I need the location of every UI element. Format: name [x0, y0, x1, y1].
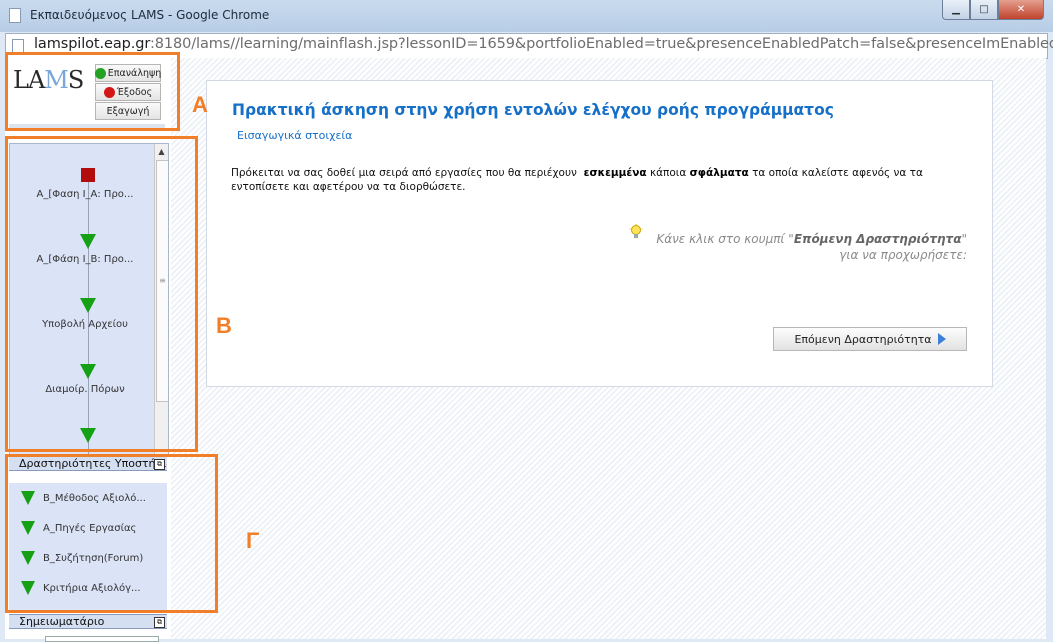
maximize-button[interactable]: □: [970, 0, 998, 20]
minimize-button[interactable]: ▁: [942, 0, 970, 20]
annotation-label-c: Γ: [246, 528, 260, 553]
window-controls: ▁ □ ✕: [942, 0, 1044, 20]
next-activity-button[interactable]: Επόμενη Δραστηριότητα: [773, 327, 967, 351]
lightbulb-icon: [629, 224, 643, 238]
activity-subtitle: Εισαγωγικά στοιχεία: [237, 129, 353, 142]
window-titlebar: Εκπαιδευόμενος LAMS - Google Chrome ▁ □ …: [0, 0, 1053, 32]
close-button[interactable]: ✕: [998, 0, 1044, 20]
annotation-label-a: Α: [192, 92, 208, 117]
annotation-box-c: [5, 454, 218, 613]
annotation-box-a: [5, 52, 180, 131]
hint-text-line2: για να προχωρήσετε:: [839, 248, 967, 262]
activity-card: Πρακτική άσκηση στην χρήση εντολών ελέγχ…: [206, 80, 993, 387]
arrow-right-icon: [937, 333, 946, 345]
activity-instructions: Πρόκειται να σας δοθεί μια σειρά από εργ…: [231, 167, 923, 193]
hint-text: Κάνε κλικ στο κουμπί "Επόμενη Δραστηριότ…: [656, 232, 967, 246]
page-icon: [9, 8, 21, 23]
pop-out-icon[interactable]: ⧉: [154, 617, 165, 628]
annotation-box-b: [5, 136, 198, 452]
notebook-header[interactable]: Σημειωματάριο ⧉: [9, 614, 167, 629]
annotation-label-b: Β: [216, 313, 232, 338]
url-text[interactable]: lamspilot.eap.gr:8180/lams//learning/mai…: [34, 36, 1053, 52]
url-path: :8180/lams//learning/mainflash.jsp?lesso…: [149, 36, 1053, 52]
window-title: Εκπαιδευόμενος LAMS - Google Chrome: [30, 8, 270, 22]
notebook-field[interactable]: [45, 636, 159, 642]
activity-title: Πρακτική άσκηση στην χρήση εντολών ελέγχ…: [232, 101, 834, 119]
url-host: lamspilot.eap.gr: [34, 36, 150, 52]
